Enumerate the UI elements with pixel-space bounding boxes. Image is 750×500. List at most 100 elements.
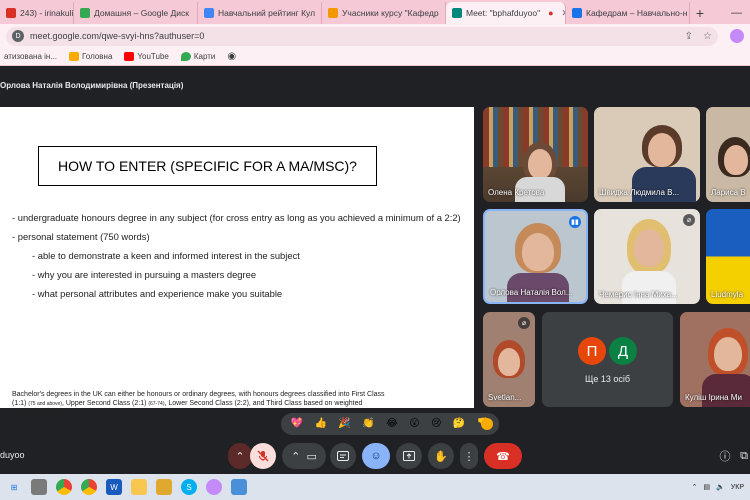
meeting-info-button[interactable]: ⓘ — [716, 443, 734, 469]
tab-label: Домашня – Google Диск — [94, 8, 189, 18]
skin-tone-icon[interactable] — [481, 418, 493, 430]
browser-tab-meet[interactable]: Meet: "bphafduyoo" ● ✕ — [446, 2, 566, 24]
participant-tile[interactable]: Куліш Ірина Ми — [680, 312, 750, 407]
bullet-degree: - undergraduate honours degree in any su… — [12, 212, 461, 223]
participant-tile[interactable]: Швидка Людмила В... — [594, 107, 700, 202]
speaking-indicator-icon: ▮▮ — [569, 216, 581, 228]
reaction-thumbs-up-icon[interactable]: 👍 — [315, 418, 327, 430]
participant-name: Чемерис Інна Миха... — [599, 290, 678, 299]
slide-title: HOW TO ENTER (SPECIFIC FOR A MA/MSC)? — [38, 146, 377, 186]
share-icon[interactable]: ⇪ — [685, 31, 693, 42]
bookmark-star-icon[interactable]: ☆ — [703, 31, 712, 42]
reaction-thinking-icon[interactable]: 🤔 — [453, 418, 465, 430]
bookmark-maps[interactable]: Карти — [180, 52, 215, 61]
bookmark-youtube[interactable]: YouTube — [124, 52, 169, 61]
mic-toggle-button[interactable] — [250, 443, 276, 469]
bookmark-globe[interactable]: ◉ — [227, 51, 236, 62]
network-icon[interactable]: ▤ — [703, 483, 710, 491]
bullet-statement: - personal statement (750 words) — [12, 231, 150, 242]
reactions-bar: 💖 👍 🎉 👏 😂 😮 😢 🤔 👎 — [281, 413, 499, 435]
bookmark-1[interactable]: атизована ін... — [4, 52, 57, 61]
participant-name: Олена Кретова — [488, 188, 545, 197]
reaction-laugh-icon[interactable]: 😂 — [386, 418, 398, 430]
participant-tile[interactable]: ⌀ Svetlan... — [483, 312, 535, 407]
app-icon[interactable] — [31, 479, 47, 495]
maps-icon — [180, 52, 191, 61]
site-icon — [572, 8, 582, 18]
browser-tab-2[interactable]: Домашня – Google Диск ✕ — [74, 2, 198, 24]
participant-name: Швидка Людмила В... — [599, 188, 680, 197]
participant-name: Орлова Наталія Вол... — [490, 288, 573, 297]
browser-tab-1[interactable]: 243) - irinakulish ✕ — [0, 2, 74, 24]
participant-avatar: П — [578, 337, 606, 365]
meeting-code: duyoo — [0, 450, 25, 460]
bookmark-home[interactable]: Головна — [69, 52, 112, 61]
present-button[interactable] — [396, 443, 422, 469]
reaction-clap-icon[interactable]: 👏 — [362, 418, 374, 430]
skype-icon[interactable]: S — [181, 479, 197, 495]
participant-tile[interactable]: Лариса В — [706, 107, 750, 202]
moodle-icon — [328, 8, 338, 18]
tab-favicon-icon — [6, 8, 16, 18]
presenter-label: Орлова Наталія Володимирівна (Презентаці… — [0, 81, 184, 90]
reaction-party-icon[interactable]: 🎉 — [338, 418, 350, 430]
file-explorer-icon[interactable] — [131, 479, 147, 495]
reaction-sad-icon[interactable]: 😢 — [431, 418, 441, 430]
windows-start-icon[interactable]: ⊞ — [6, 479, 22, 495]
input-language[interactable]: УКР — [731, 484, 744, 491]
audio-options-button[interactable]: ⌃ — [228, 443, 252, 469]
app-icon[interactable] — [231, 479, 247, 495]
meet-icon — [452, 8, 462, 18]
sub-bullet: - what personal attributes and experienc… — [32, 288, 283, 299]
reaction-heart-icon[interactable]: 💖 — [291, 418, 303, 430]
window-minimize-icon[interactable]: — — [723, 2, 750, 24]
url-text[interactable]: meet.google.com/qwe-svyi-hns?authuser=0 — [30, 31, 204, 41]
captions-button[interactable] — [330, 443, 356, 469]
profile-avatar-icon[interactable] — [730, 29, 744, 43]
browser-tab-3[interactable]: Навчальний рейтинг Кул ✕ — [198, 2, 322, 24]
slide-bullets: - undergraduate honours degree in any su… — [12, 211, 467, 306]
participant-name: Куліш Ірина Ми — [685, 393, 742, 402]
volume-icon[interactable]: 🔈 — [716, 483, 725, 491]
recording-dot-icon: ● — [548, 8, 554, 18]
participant-tile[interactable]: ⌀ Чемерис Інна Миха... — [594, 209, 700, 304]
participant-name: Лариса В — [711, 188, 746, 197]
participant-tile-speaking[interactable]: ▮▮ Орлова Наталія Вол... — [483, 209, 588, 304]
new-tab-button[interactable]: + — [690, 2, 710, 24]
sub-bullet: - able to demonstrate a keen and informe… — [32, 250, 300, 261]
word-icon[interactable]: W — [106, 479, 122, 495]
camera-options-button[interactable]: ⌃ ▭ — [282, 443, 326, 469]
more-participants-tile[interactable]: П Д Ще 13 осіб — [542, 312, 673, 407]
site-info-icon[interactable]: D — [12, 30, 24, 42]
mic-off-icon: ⌀ — [683, 214, 695, 226]
participant-name: Svetlan... — [488, 393, 522, 402]
browser-tab-4[interactable]: Учасники курсу "Кафедр ✕ — [322, 2, 446, 24]
chrome-profile-icon[interactable] — [81, 479, 97, 495]
close-tab-icon[interactable]: ✕ — [558, 8, 565, 19]
folder-icon — [69, 52, 79, 61]
folder-icon[interactable] — [156, 479, 172, 495]
tab-strip: 243) - irinakulish ✕ Домашня – Google Ди… — [0, 0, 750, 24]
address-bar[interactable]: D meet.google.com/qwe-svyi-hns?authuser=… — [6, 26, 718, 46]
presentation-slide: HOW TO ENTER (SPECIFIC FOR A MA/MSC)? - … — [0, 107, 474, 417]
youtube-icon — [124, 52, 135, 61]
app-icon[interactable] — [206, 479, 222, 495]
raise-hand-button[interactable]: ✋ — [428, 443, 454, 469]
people-button[interactable]: ⧉ — [738, 443, 750, 469]
meet-stage: Орлова Наталія Володимирівна (Презентаці… — [0, 67, 750, 473]
browser-tab-6[interactable]: Кафедрам – Навчально-н ✕ — [566, 2, 690, 24]
participant-tile[interactable]: Liudmyla — [706, 209, 750, 304]
participant-tile[interactable]: Олена Кретова — [483, 107, 588, 202]
present-screen-icon — [403, 451, 415, 461]
chevron-up-icon[interactable]: ⌃ — [692, 483, 698, 491]
chrome-icon[interactable] — [56, 479, 72, 495]
mic-off-icon — [257, 450, 269, 462]
reactions-button[interactable]: ☺ — [362, 443, 390, 469]
more-options-button[interactable]: ⋮ — [460, 443, 478, 469]
system-tray: ⌃ ▤ 🔈 УКР — [692, 483, 744, 492]
mic-off-icon: ⌀ — [518, 317, 530, 329]
leave-call-button[interactable]: ☎ — [484, 443, 522, 469]
more-participants-label: Ще 13 осіб — [584, 374, 631, 384]
sub-bullet: - why you are interested in pursuing a m… — [32, 269, 257, 280]
reaction-surprised-icon[interactable]: 😮 — [409, 418, 419, 430]
